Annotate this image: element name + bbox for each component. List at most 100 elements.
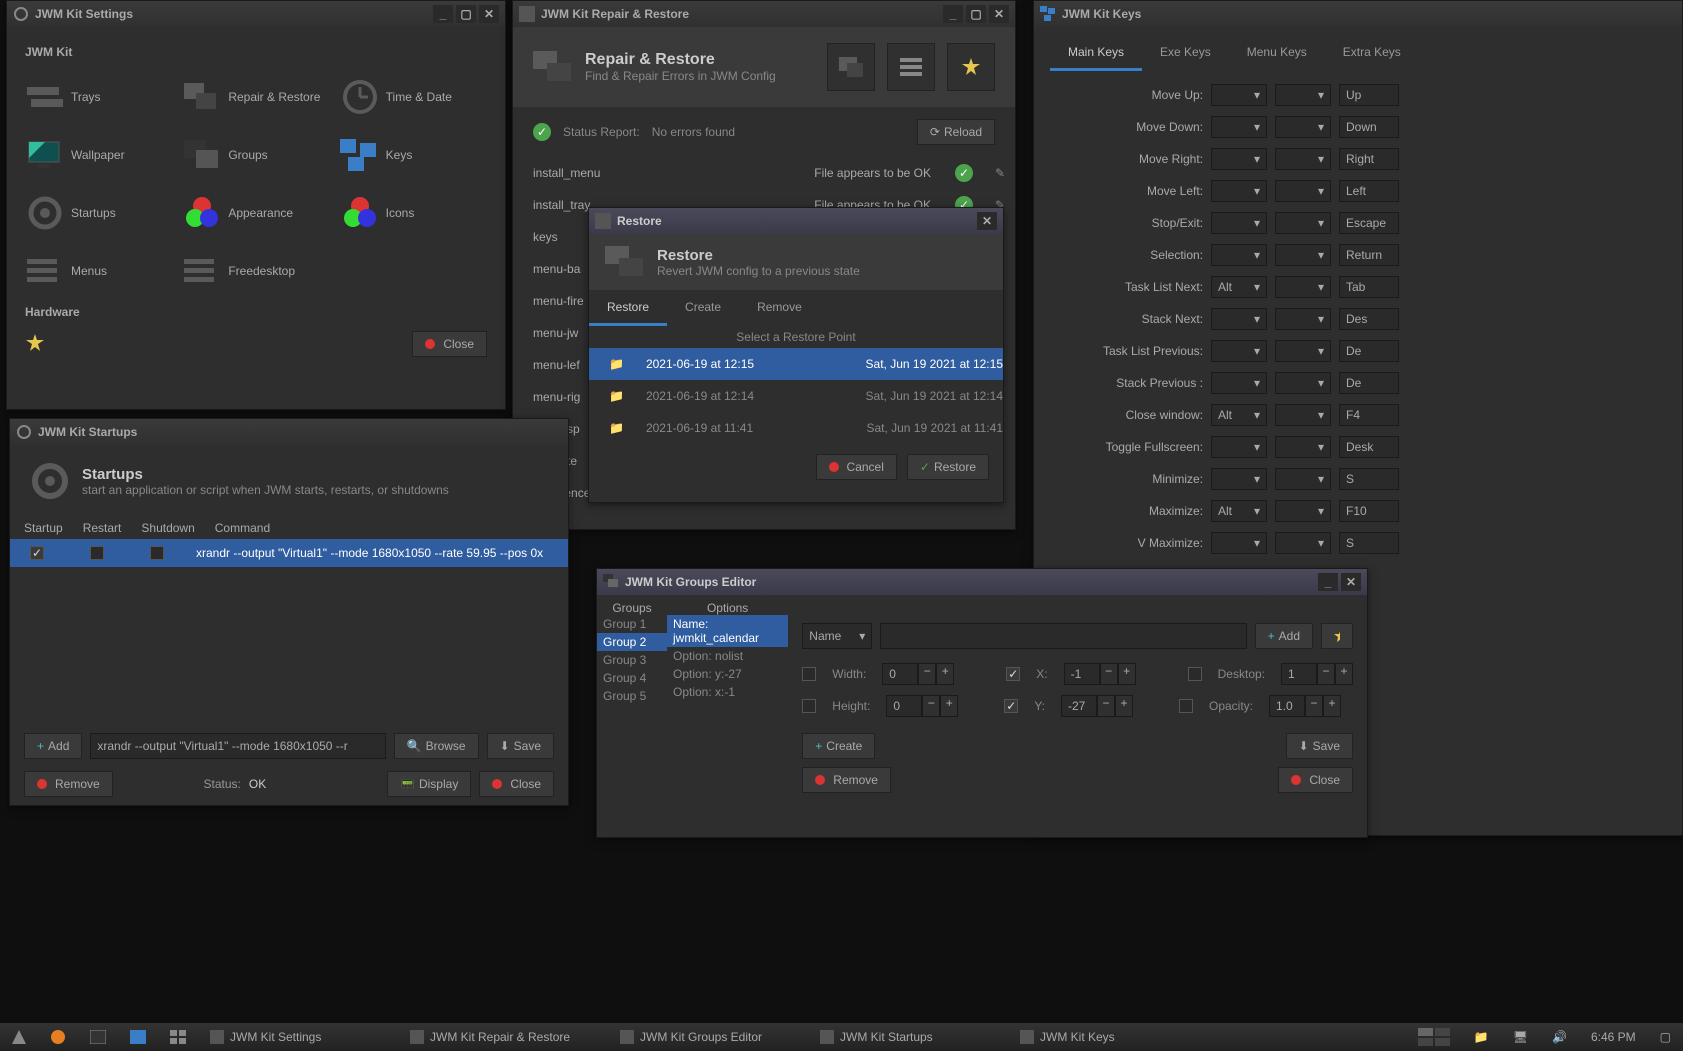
key-input[interactable] [1339,308,1399,330]
maximize-button[interactable]: ▢ [966,5,986,23]
key-input[interactable] [1339,340,1399,362]
x-spin[interactable] [1064,663,1100,685]
file-row[interactable]: startup [513,509,1015,541]
tray-icon[interactable]: 🔊 [1540,1023,1579,1051]
mod2-dropdown[interactable]: ▾ [1275,276,1331,298]
mod2-dropdown[interactable]: ▾ [1275,180,1331,202]
mod2-dropdown[interactable]: ▾ [1275,84,1331,106]
mod2-dropdown[interactable]: ▾ [1275,500,1331,522]
value-input[interactable] [880,623,1246,649]
key-input[interactable] [1339,276,1399,298]
terminal-icon[interactable] [78,1023,118,1051]
minimize-button[interactable]: _ [433,5,453,23]
remove-button[interactable]: Remove [24,771,113,797]
group-item[interactable]: Group 3 [597,651,667,669]
task-settings[interactable]: JWM Kit Settings [198,1023,398,1051]
mod1-dropdown[interactable]: ▾ [1211,372,1267,394]
key-input[interactable] [1339,84,1399,106]
start-button[interactable] [0,1023,38,1051]
mod1-dropdown[interactable]: ▾ [1211,532,1267,554]
close-button[interactable]: Close [479,771,554,797]
mod1-dropdown[interactable]: ▾ [1211,148,1267,170]
browse-button[interactable]: 🔍 Browse [394,733,479,759]
restore-point[interactable]: 📁2021-06-19 at 11:41Sat, Jun 19 2021 at … [589,412,1003,444]
close-button[interactable]: ✕ [1341,573,1361,591]
add-button[interactable]: + Add [24,733,82,759]
tab-menu-keys[interactable]: Menu Keys [1229,35,1325,71]
mod1-dropdown[interactable]: ▾ [1211,340,1267,362]
startup-row[interactable]: ✓ xrandr --output "Virtual1" --mode 1680… [10,539,568,567]
mod1-dropdown[interactable]: ▾ [1211,180,1267,202]
group-item[interactable]: Group 2 [597,633,667,651]
tab-create[interactable]: Create [667,290,739,326]
tray-icon[interactable]: 📁 [1462,1023,1501,1051]
groups-titlebar[interactable]: JWM Kit Groups Editor _ ✕ [597,569,1367,595]
tab-remove[interactable]: Remove [739,290,820,326]
show-desktop[interactable]: ▢ [1648,1023,1683,1051]
mod2-dropdown[interactable]: ▾ [1275,340,1331,362]
item-repair[interactable]: Repair & Restore [182,71,329,123]
group-item[interactable]: Group 4 [597,669,667,687]
group-item[interactable]: Group 5 [597,687,667,705]
add-button[interactable]: + Add [1255,623,1313,649]
height-spin[interactable] [886,695,922,717]
item-groups[interactable]: Groups [182,129,329,181]
col-shutdown[interactable]: Shutdown [141,521,194,535]
close-button[interactable]: ✕ [479,5,499,23]
command-input[interactable] [90,733,385,759]
startup-check[interactable]: ✓ [30,546,44,560]
mod1-dropdown[interactable]: ▾ [1211,212,1267,234]
y-check[interactable]: ✓ [1004,699,1018,713]
type-dropdown[interactable]: Name ▾ [802,623,872,649]
restore-button[interactable]: ✓ Restore [907,454,989,480]
repair-titlebar[interactable]: JWM Kit Repair & Restore _ ▢ ✕ [513,1,1015,27]
tab-main-keys[interactable]: Main Keys [1050,35,1142,71]
edit-icon[interactable]: ✎ [985,166,1015,180]
star-button[interactable] [1321,623,1353,649]
desktop-check[interactable] [1188,667,1202,681]
backup-button[interactable] [827,43,875,91]
minimize-button[interactable]: _ [1318,573,1338,591]
key-input[interactable] [1339,468,1399,490]
key-input[interactable] [1339,180,1399,202]
mod2-dropdown[interactable]: ▾ [1275,372,1331,394]
maximize-button[interactable]: ▢ [456,5,476,23]
shutdown-check[interactable] [150,546,164,560]
file-row[interactable]: install_menuFile appears to be OK✓✎ [513,157,1015,189]
mod1-dropdown[interactable]: ▾ [1211,308,1267,330]
cancel-button[interactable]: Cancel [816,454,897,480]
minimize-button[interactable]: _ [943,5,963,23]
pager[interactable] [1406,1023,1462,1051]
clock[interactable]: 6:46 PM [1579,1023,1648,1051]
item-icons[interactable]: Icons [340,187,487,239]
reload-button[interactable]: ⟳ Reload [917,119,995,145]
key-input[interactable] [1339,244,1399,266]
create-button[interactable]: + Create [802,733,875,759]
y-spin[interactable] [1061,695,1097,717]
mod2-dropdown[interactable]: ▾ [1275,404,1331,426]
files-icon[interactable] [118,1023,158,1051]
star-button[interactable] [947,43,995,91]
close-button[interactable]: Close [412,331,487,357]
item-menus[interactable]: Menus [25,245,172,297]
key-input[interactable] [1339,148,1399,170]
restore-point[interactable]: 📁2021-06-19 at 12:15Sat, Jun 19 2021 at … [589,348,1003,380]
tab-restore[interactable]: Restore [589,290,667,326]
star-icon[interactable] [25,333,65,356]
mod2-dropdown[interactable]: ▾ [1275,468,1331,490]
item-wallpaper[interactable]: Wallpaper [25,129,172,181]
mod2-dropdown[interactable]: ▾ [1275,148,1331,170]
key-input[interactable] [1339,116,1399,138]
mod1-dropdown[interactable]: ▾ [1211,244,1267,266]
option-item[interactable]: Option: x:-1 [667,683,788,701]
mod2-dropdown[interactable]: ▾ [1275,212,1331,234]
restore-point[interactable]: 📁2021-06-19 at 12:14Sat, Jun 19 2021 at … [589,380,1003,412]
mod1-dropdown[interactable]: ▾ [1211,468,1267,490]
opacity-check[interactable] [1179,699,1193,713]
firefox-icon[interactable] [38,1023,78,1051]
key-input[interactable] [1339,404,1399,426]
opacity-spin[interactable] [1269,695,1305,717]
task-startups[interactable]: JWM Kit Startups [808,1023,1008,1051]
mod2-dropdown[interactable]: ▾ [1275,532,1331,554]
settings-titlebar[interactable]: JWM Kit Settings _ ▢ ✕ [7,1,505,27]
